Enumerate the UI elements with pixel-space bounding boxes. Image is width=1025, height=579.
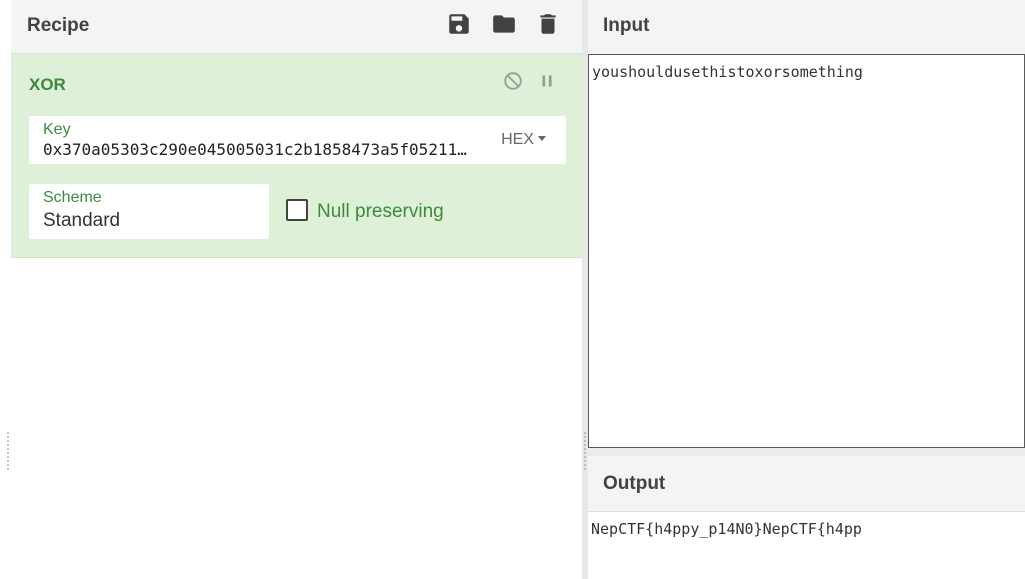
output-text: NepCTF{h4ppy_p14N0}NepCTF{h4pp (591, 520, 862, 538)
io-divider[interactable] (588, 448, 1025, 456)
operation-title: XOR (29, 75, 66, 94)
recipe-header: Recipe (11, 0, 582, 54)
scheme-select[interactable]: Scheme Standard (29, 184, 269, 239)
key-format-label: HEX (501, 131, 534, 148)
input-header: Input (588, 0, 1025, 54)
recipe-pane: Recipe XOR Key 0x370a05303c290e045005031… (11, 0, 582, 579)
key-input[interactable]: 0x370a05303c290e045005031c2b1858473a5f05… (43, 140, 468, 159)
output-header: Output (588, 456, 1025, 512)
folder-icon[interactable] (491, 11, 517, 37)
recipe-title: Recipe (27, 15, 90, 36)
scheme-value: Standard (43, 210, 121, 231)
key-label: Key (43, 121, 71, 138)
cyberchef-app: Recipe XOR Key 0x370a05303c290e045005031… (0, 0, 1025, 579)
input-title: Input (603, 15, 650, 36)
output-pane: Output NepCTF{h4ppy_p14N0}NepCTF{h4pp (588, 456, 1025, 579)
input-pane: Input youshouldusethistoxorsomething (588, 0, 1025, 448)
operation-xor[interactable]: XOR Key 0x370a05303c290e045005031c2b1858… (11, 54, 582, 258)
null-preserving-checkbox[interactable] (286, 199, 308, 221)
disable-icon[interactable] (502, 70, 524, 92)
key-field[interactable]: Key 0x370a05303c290e045005031c2b1858473a… (29, 116, 566, 164)
scheme-label: Scheme (43, 189, 102, 206)
save-icon[interactable] (446, 11, 472, 37)
input-textarea[interactable]: youshouldusethistoxorsomething (588, 54, 1025, 448)
pause-icon[interactable] (536, 70, 558, 92)
trash-icon[interactable] (535, 11, 561, 37)
output-title: Output (603, 473, 666, 494)
key-format-dropdown[interactable]: HEX (501, 131, 546, 149)
caret-down-icon (538, 136, 546, 141)
output-textarea[interactable]: NepCTF{h4ppy_p14N0}NepCTF{h4pp (588, 512, 1025, 579)
input-text: youshouldusethistoxorsomething (592, 63, 863, 81)
null-preserving-label[interactable]: Null preserving (317, 201, 444, 223)
